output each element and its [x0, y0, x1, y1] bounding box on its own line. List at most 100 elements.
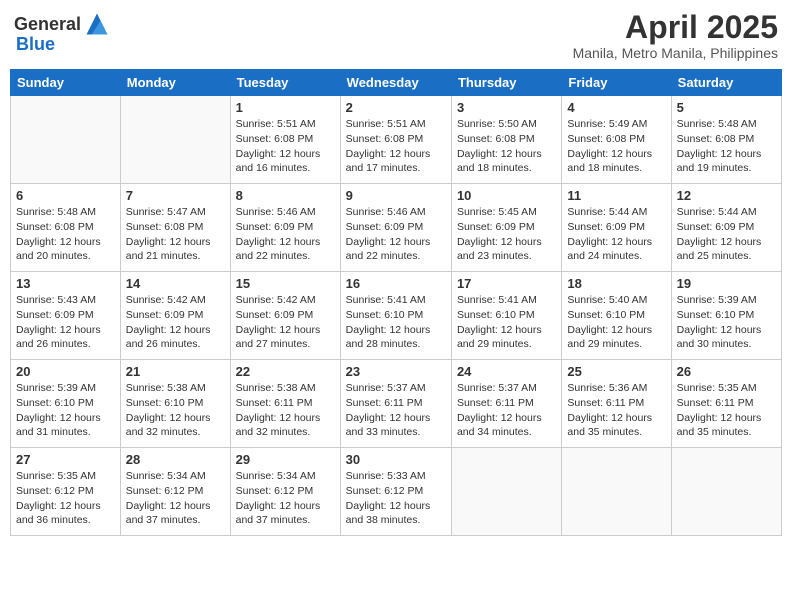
- day-info: Sunrise: 5:42 AM Sunset: 6:09 PM Dayligh…: [236, 293, 335, 352]
- weekday-header: Tuesday: [230, 70, 340, 96]
- day-number: 3: [457, 100, 556, 115]
- day-number: 27: [16, 452, 115, 467]
- calendar-cell: 12 Sunrise: 5:44 AM Sunset: 6:09 PM Dayli…: [671, 184, 781, 272]
- day-number: 6: [16, 188, 115, 203]
- calendar-cell: 19 Sunrise: 5:39 AM Sunset: 6:10 PM Dayli…: [671, 272, 781, 360]
- location-title: Manila, Metro Manila, Philippines: [573, 45, 778, 61]
- calendar-cell: 17 Sunrise: 5:41 AM Sunset: 6:10 PM Dayli…: [451, 272, 561, 360]
- day-info: Sunrise: 5:38 AM Sunset: 6:11 PM Dayligh…: [236, 381, 335, 440]
- calendar-cell: 11 Sunrise: 5:44 AM Sunset: 6:09 PM Dayli…: [562, 184, 671, 272]
- day-info: Sunrise: 5:34 AM Sunset: 6:12 PM Dayligh…: [236, 469, 335, 528]
- day-info: Sunrise: 5:39 AM Sunset: 6:10 PM Dayligh…: [677, 293, 776, 352]
- day-info: Sunrise: 5:44 AM Sunset: 6:09 PM Dayligh…: [567, 205, 665, 264]
- weekday-header: Sunday: [11, 70, 121, 96]
- day-info: Sunrise: 5:37 AM Sunset: 6:11 PM Dayligh…: [346, 381, 446, 440]
- weekday-header: Saturday: [671, 70, 781, 96]
- calendar-cell: [671, 448, 781, 536]
- calendar-cell: [451, 448, 561, 536]
- day-number: 24: [457, 364, 556, 379]
- calendar-cell: [120, 96, 230, 184]
- day-info: Sunrise: 5:39 AM Sunset: 6:10 PM Dayligh…: [16, 381, 115, 440]
- day-info: Sunrise: 5:41 AM Sunset: 6:10 PM Dayligh…: [457, 293, 556, 352]
- logo-blue: Blue: [16, 34, 55, 55]
- week-row: 27 Sunrise: 5:35 AM Sunset: 6:12 PM Dayli…: [11, 448, 782, 536]
- week-row: 1 Sunrise: 5:51 AM Sunset: 6:08 PM Daylig…: [11, 96, 782, 184]
- page-header: General Blue April 2025 Manila, Metro Ma…: [10, 10, 782, 61]
- day-info: Sunrise: 5:42 AM Sunset: 6:09 PM Dayligh…: [126, 293, 225, 352]
- day-number: 28: [126, 452, 225, 467]
- day-number: 25: [567, 364, 665, 379]
- calendar-cell: 27 Sunrise: 5:35 AM Sunset: 6:12 PM Dayli…: [11, 448, 121, 536]
- day-number: 21: [126, 364, 225, 379]
- day-info: Sunrise: 5:48 AM Sunset: 6:08 PM Dayligh…: [677, 117, 776, 176]
- calendar-cell: 25 Sunrise: 5:36 AM Sunset: 6:11 PM Dayli…: [562, 360, 671, 448]
- day-number: 5: [677, 100, 776, 115]
- logo-general: General: [14, 14, 81, 35]
- calendar-cell: [11, 96, 121, 184]
- calendar-cell: 24 Sunrise: 5:37 AM Sunset: 6:11 PM Dayli…: [451, 360, 561, 448]
- calendar-cell: 21Sunrise: 5:38 AM Sunset: 6:10 PM Dayli…: [120, 360, 230, 448]
- day-info: Sunrise: 5:35 AM Sunset: 6:11 PM Dayligh…: [677, 381, 776, 440]
- day-number: 12: [677, 188, 776, 203]
- calendar-cell: 18Sunrise: 5:40 AM Sunset: 6:10 PM Dayli…: [562, 272, 671, 360]
- day-info: Sunrise: 5:36 AM Sunset: 6:11 PM Dayligh…: [567, 381, 665, 440]
- day-info: Sunrise: 5:44 AM Sunset: 6:09 PM Dayligh…: [677, 205, 776, 264]
- calendar-cell: 2 Sunrise: 5:51 AM Sunset: 6:08 PM Daylig…: [340, 96, 451, 184]
- day-number: 30: [346, 452, 446, 467]
- month-title: April 2025: [573, 10, 778, 45]
- day-number: 2: [346, 100, 446, 115]
- day-number: 8: [236, 188, 335, 203]
- day-number: 11: [567, 188, 665, 203]
- calendar-cell: 5 Sunrise: 5:48 AM Sunset: 6:08 PM Daylig…: [671, 96, 781, 184]
- calendar-cell: 14Sunrise: 5:42 AM Sunset: 6:09 PM Dayli…: [120, 272, 230, 360]
- week-row: 20 Sunrise: 5:39 AM Sunset: 6:10 PM Dayli…: [11, 360, 782, 448]
- day-number: 16: [346, 276, 446, 291]
- calendar-cell: 20 Sunrise: 5:39 AM Sunset: 6:10 PM Dayli…: [11, 360, 121, 448]
- day-info: Sunrise: 5:41 AM Sunset: 6:10 PM Dayligh…: [346, 293, 446, 352]
- day-info: Sunrise: 5:43 AM Sunset: 6:09 PM Dayligh…: [16, 293, 115, 352]
- day-number: 17: [457, 276, 556, 291]
- day-number: 26: [677, 364, 776, 379]
- calendar-cell: [562, 448, 671, 536]
- day-number: 23: [346, 364, 446, 379]
- calendar-cell: 7Sunrise: 5:47 AM Sunset: 6:08 PM Daylig…: [120, 184, 230, 272]
- calendar-cell: 10Sunrise: 5:45 AM Sunset: 6:09 PM Dayli…: [451, 184, 561, 272]
- calendar-cell: 22 Sunrise: 5:38 AM Sunset: 6:11 PM Dayli…: [230, 360, 340, 448]
- day-info: Sunrise: 5:33 AM Sunset: 6:12 PM Dayligh…: [346, 469, 446, 528]
- weekday-header: Thursday: [451, 70, 561, 96]
- calendar-table: SundayMondayTuesdayWednesdayThursdayFrid…: [10, 69, 782, 536]
- day-number: 20: [16, 364, 115, 379]
- calendar-cell: 23 Sunrise: 5:37 AM Sunset: 6:11 PM Dayli…: [340, 360, 451, 448]
- day-number: 19: [677, 276, 776, 291]
- day-info: Sunrise: 5:37 AM Sunset: 6:11 PM Dayligh…: [457, 381, 556, 440]
- day-number: 9: [346, 188, 446, 203]
- calendar-cell: 1 Sunrise: 5:51 AM Sunset: 6:08 PM Daylig…: [230, 96, 340, 184]
- week-row: 13Sunrise: 5:43 AM Sunset: 6:09 PM Dayli…: [11, 272, 782, 360]
- calendar-cell: 16 Sunrise: 5:41 AM Sunset: 6:10 PM Dayli…: [340, 272, 451, 360]
- week-row: 6Sunrise: 5:48 AM Sunset: 6:08 PM Daylig…: [11, 184, 782, 272]
- day-number: 7: [126, 188, 225, 203]
- calendar-cell: 15 Sunrise: 5:42 AM Sunset: 6:09 PM Dayli…: [230, 272, 340, 360]
- calendar-cell: 6Sunrise: 5:48 AM Sunset: 6:08 PM Daylig…: [11, 184, 121, 272]
- day-info: Sunrise: 5:51 AM Sunset: 6:08 PM Dayligh…: [346, 117, 446, 176]
- day-number: 18: [567, 276, 665, 291]
- calendar-cell: 4Sunrise: 5:49 AM Sunset: 6:08 PM Daylig…: [562, 96, 671, 184]
- day-number: 15: [236, 276, 335, 291]
- weekday-header: Monday: [120, 70, 230, 96]
- weekday-header: Wednesday: [340, 70, 451, 96]
- day-info: Sunrise: 5:34 AM Sunset: 6:12 PM Dayligh…: [126, 469, 225, 528]
- calendar-cell: 9Sunrise: 5:46 AM Sunset: 6:09 PM Daylig…: [340, 184, 451, 272]
- calendar-cell: 29 Sunrise: 5:34 AM Sunset: 6:12 PM Dayli…: [230, 448, 340, 536]
- weekday-header-row: SundayMondayTuesdayWednesdayThursdayFrid…: [11, 70, 782, 96]
- day-number: 1: [236, 100, 335, 115]
- calendar-cell: 28 Sunrise: 5:34 AM Sunset: 6:12 PM Dayli…: [120, 448, 230, 536]
- day-info: Sunrise: 5:51 AM Sunset: 6:08 PM Dayligh…: [236, 117, 335, 176]
- day-number: 29: [236, 452, 335, 467]
- calendar-cell: 30 Sunrise: 5:33 AM Sunset: 6:12 PM Dayli…: [340, 448, 451, 536]
- day-number: 22: [236, 364, 335, 379]
- day-number: 4: [567, 100, 665, 115]
- calendar-cell: 26 Sunrise: 5:35 AM Sunset: 6:11 PM Dayli…: [671, 360, 781, 448]
- day-info: Sunrise: 5:50 AM Sunset: 6:08 PM Dayligh…: [457, 117, 556, 176]
- calendar-cell: 3 Sunrise: 5:50 AM Sunset: 6:08 PM Daylig…: [451, 96, 561, 184]
- day-info: Sunrise: 5:35 AM Sunset: 6:12 PM Dayligh…: [16, 469, 115, 528]
